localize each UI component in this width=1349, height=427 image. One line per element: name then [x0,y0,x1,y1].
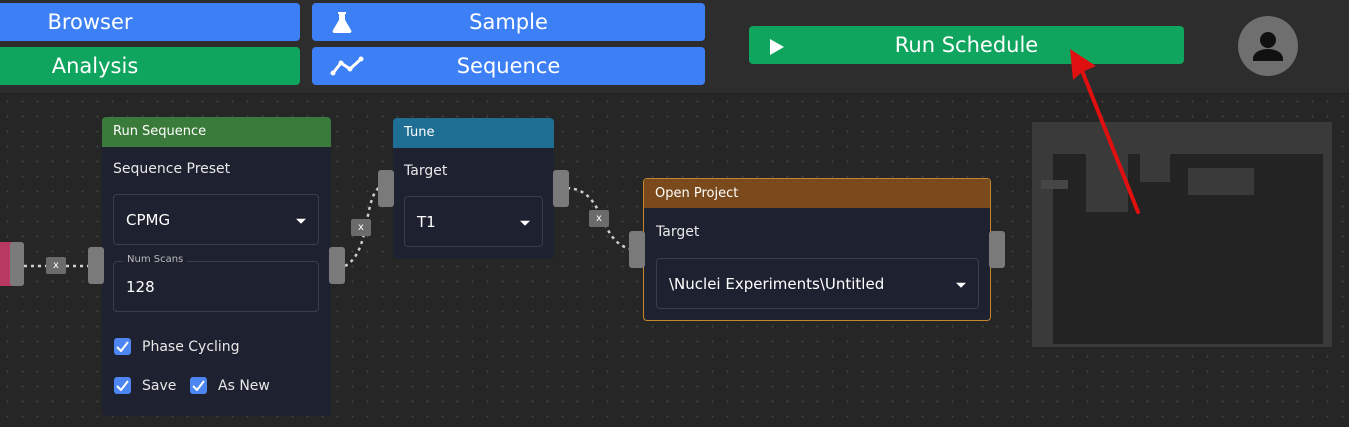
annotation-arrow [1070,49,1140,214]
